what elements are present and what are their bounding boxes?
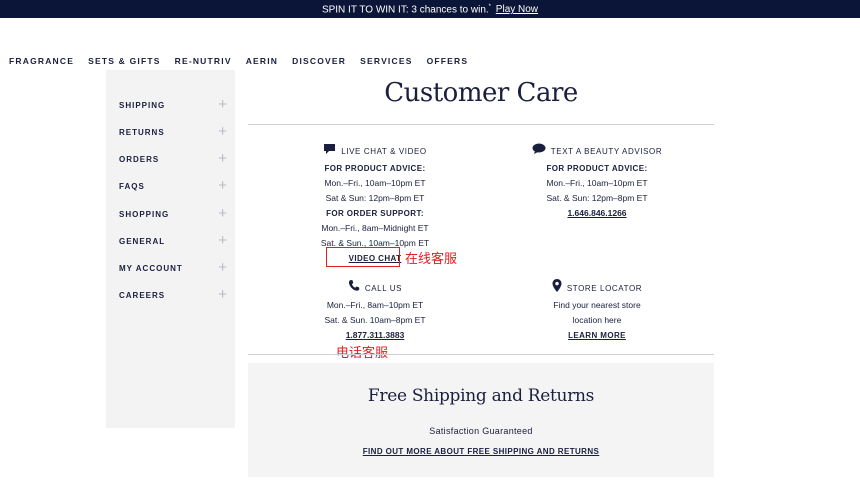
sidebar-item-label: CAREERS [119,290,166,300]
sidebar-item-label: GENERAL [119,236,166,246]
location-pin-icon [552,279,562,297]
free-shipping-panel: Free Shipping and Returns Satisfaction G… [248,363,714,477]
sidebar-item-careers[interactable]: CAREERS + [119,287,227,302]
nav-aerin[interactable]: AERIN [246,56,278,66]
sidebar-item-my-account[interactable]: MY ACCOUNT + [119,260,227,275]
divider-bottom [248,354,714,355]
sidebar-item-label: MY ACCOUNT [119,263,183,273]
promo-text: SPIN IT TO WIN IT: 3 chances to win. [321,4,489,16]
learn-more-link[interactable]: LEARN MORE [507,328,687,343]
divider-top [248,124,714,125]
speech-bubble-icon [532,143,546,160]
text-advisor-section: TEXT A BEAUTY ADVISOR FOR PRODUCT ADVICE… [507,143,687,221]
main-nav: FRAGRANCE SETS & GIFTS RE-NUTRIV AERIN D… [9,56,482,66]
promo-asterisk: * [488,4,492,10]
advisor-hours-weekday: Mon.–Fri., 10am–10pm ET [546,178,648,188]
sidebar-item-faqs[interactable]: FAQS + [119,178,227,193]
promo-banner: SPIN IT TO WIN IT: 3 chances to win.* Pl… [0,0,860,18]
store-line-1: Find your nearest store [553,300,641,310]
product-hours-weekend: Sat & Sun: 12pm–8pm ET [325,193,425,203]
plus-icon[interactable]: + [218,97,227,112]
plus-icon[interactable]: + [218,260,227,275]
order-support-label: FOR ORDER SUPPORT: [326,209,424,218]
phone-service-annotation: 电话客服 [336,346,389,361]
customer-care-sidebar: SHIPPING + RETURNS + ORDERS + FAQS + SHO… [106,70,235,428]
plus-icon[interactable]: + [218,233,227,248]
shipping-returns-link[interactable]: FIND OUT MORE ABOUT FREE SHIPPING AND RE… [248,447,714,456]
plus-icon[interactable]: + [218,287,227,302]
sidebar-item-orders[interactable]: ORDERS + [119,151,227,166]
call-us-section: CALL US Mon.–Fri., 8am–10pm ET Sat. & Su… [290,279,460,343]
sidebar-item-label: SHIPPING [119,100,166,110]
store-locator-heading: STORE LOCATOR [507,279,687,297]
call-hours-weekday: Mon.–Fri., 8am–10pm ET [326,300,424,310]
store-locator-section: STORE LOCATOR Find your nearest store lo… [507,279,687,343]
sidebar-item-shipping[interactable]: SHIPPING + [119,97,227,112]
sidebar-item-general[interactable]: GENERAL + [119,233,227,248]
sidebar-item-returns[interactable]: RETURNS + [119,124,227,139]
text-advisor-heading: TEXT A BEAUTY ADVISOR [507,143,687,160]
text-advisor-heading-text: TEXT A BEAUTY ADVISOR [550,147,663,156]
advisor-hours-weekend: Sat. & Sun: 12pm–8pm ET [546,193,648,203]
online-service-annotation: 在线客服 [405,252,458,267]
page-title: Customer Care [384,78,578,108]
live-chat-heading-text: LIVE CHAT & VIDEO [341,147,427,156]
sidebar-item-label: SHOPPING [119,209,170,219]
plus-icon[interactable]: + [218,151,227,166]
call-hours-weekend: Sat. & Sun. 10am–8pm ET [324,315,426,325]
play-now-link[interactable]: Play Now [496,4,538,15]
plus-icon[interactable]: + [218,178,227,193]
nav-sets-gifts[interactable]: SETS & GIFTS [88,56,161,66]
sidebar-item-shopping[interactable]: SHOPPING + [119,206,227,221]
advisor-phone-link[interactable]: 1.646.846.1266 [507,206,687,221]
nav-re-nutriv[interactable]: RE-NUTRIV [175,56,232,66]
plus-icon[interactable]: + [218,206,227,221]
advisor-product-label: FOR PRODUCT ADVICE: [546,164,648,173]
shipping-title: Free Shipping and Returns [367,386,595,406]
plus-icon[interactable]: + [218,124,227,139]
sidebar-item-label: FAQS [119,181,145,191]
product-hours-weekday: Mon.–Fri., 10am–10pm ET [324,178,426,188]
shipping-subtitle: Satisfaction Guaranteed [429,426,533,436]
call-phone-link[interactable]: 1.877.311.3883 [290,328,460,343]
phone-icon [348,279,360,297]
store-locator-heading-text: STORE LOCATOR [566,283,643,293]
call-us-heading: CALL US [290,279,460,297]
nav-fragrance[interactable]: FRAGRANCE [9,56,74,66]
chat-bubble-icon [323,143,336,160]
product-advice-label: FOR PRODUCT ADVICE: [324,164,426,173]
store-line-2: location here [572,315,622,325]
call-us-heading-text: CALL US [364,283,403,293]
video-chat-highlight-box [326,247,400,267]
nav-offers[interactable]: OFFERS [427,56,469,66]
nav-discover[interactable]: DISCOVER [292,56,346,66]
order-hours-weekday: Mon.–Fri., 8am–Midnight ET [321,223,429,233]
sidebar-item-label: RETURNS [119,127,165,137]
nav-services[interactable]: SERVICES [360,56,412,66]
live-chat-heading: LIVE CHAT & VIDEO [290,143,460,160]
sidebar-item-label: ORDERS [119,154,160,164]
